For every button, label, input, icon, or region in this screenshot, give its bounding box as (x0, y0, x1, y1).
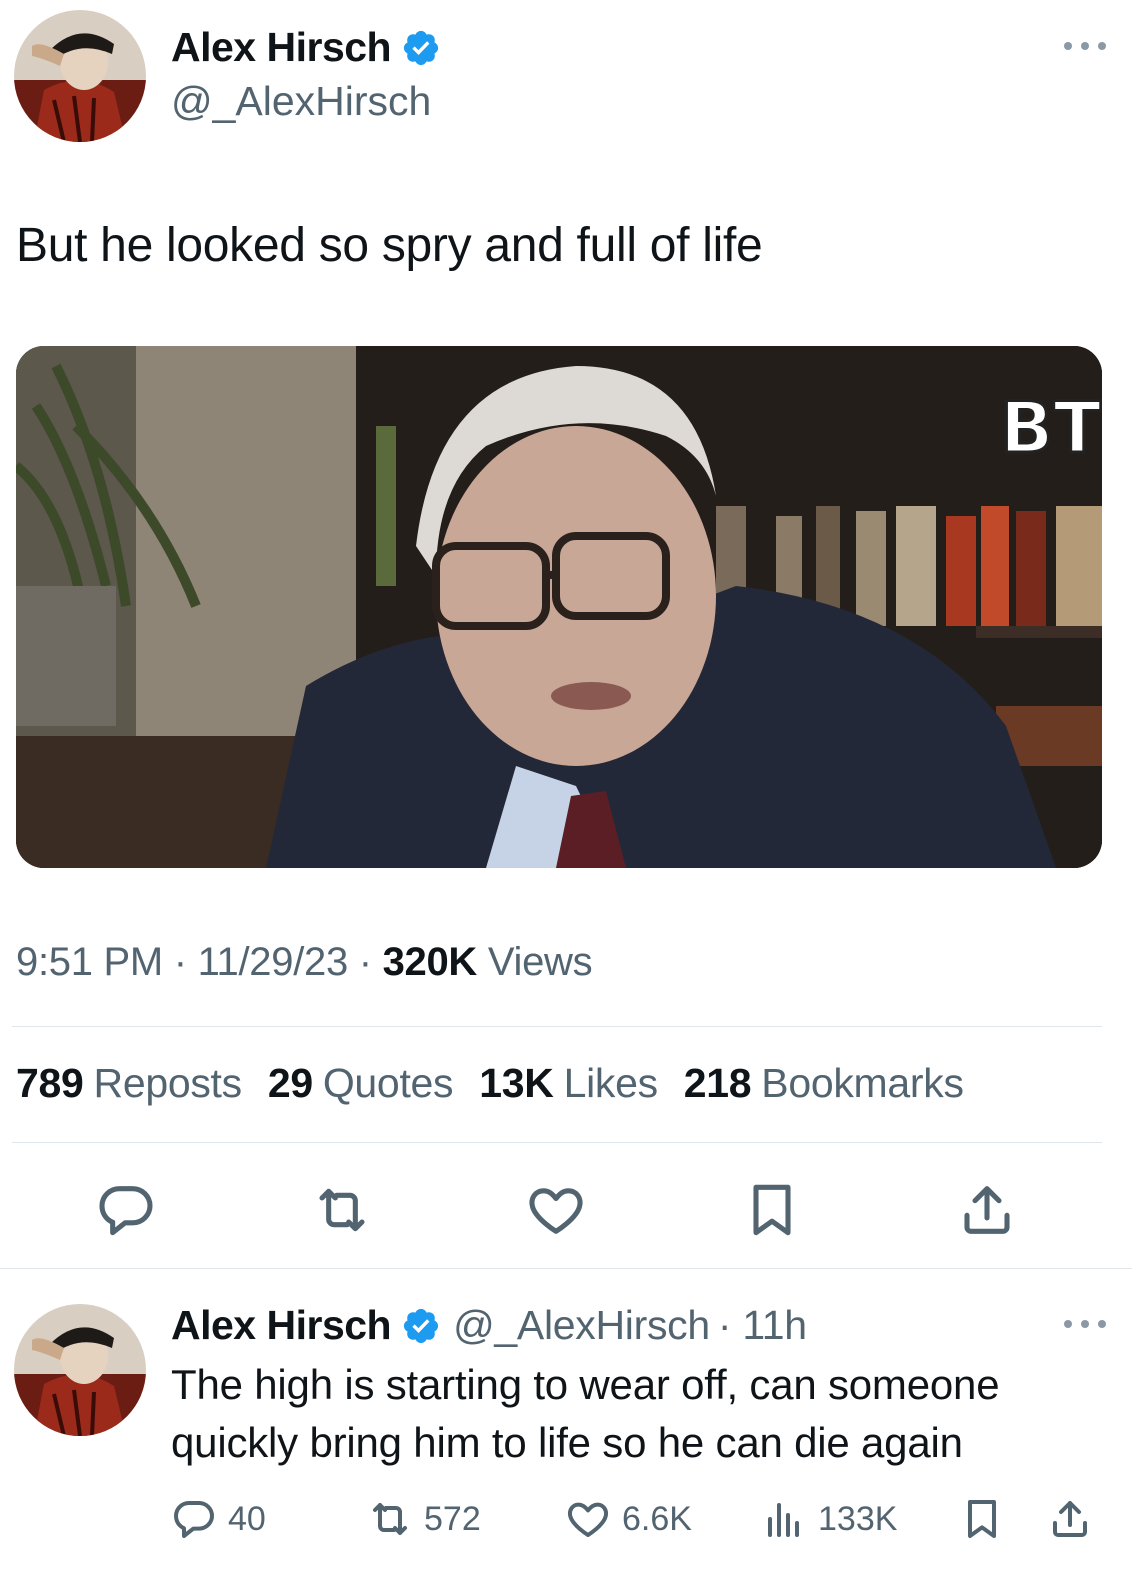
engagement-stats: 789 Reposts 29 Quotes 13K Likes 218 Bookmark… (16, 1060, 964, 1107)
reply-author-name[interactable]: Alex Hirsch (171, 1302, 392, 1349)
reply-bookmark-button[interactable] (958, 1494, 1016, 1544)
repost-button[interactable] (310, 1178, 374, 1242)
reply-like-button[interactable]: 6.6K (564, 1494, 692, 1544)
tweet-action-bar (0, 1178, 1132, 1242)
author-name-row[interactable]: Alex Hirsch (171, 24, 441, 71)
like-icon (529, 1188, 583, 1234)
stat-bookmarks[interactable]: 218 Bookmarks (684, 1060, 964, 1107)
reply-reply-button[interactable]: 40 (170, 1494, 266, 1544)
reply-age[interactable]: · 11h (718, 1302, 807, 1349)
verified-badge-icon (404, 1308, 439, 1343)
reply-views-button[interactable]: 133K (760, 1494, 897, 1544)
author-name[interactable]: Alex Hirsch (171, 24, 392, 71)
tweet-time[interactable]: 9:51 PM (16, 940, 163, 984)
view-count: 133K (818, 1499, 898, 1538)
bookmark-button[interactable] (740, 1178, 804, 1242)
reply-text: The high is starting to wear off, can so… (171, 1361, 1000, 1466)
stat-reposts[interactable]: 789 Reposts (16, 1060, 242, 1107)
media-logo: BT (1000, 387, 1101, 469)
reply-repost-button[interactable]: 572 (366, 1494, 481, 1544)
views-count: 320K (382, 940, 478, 984)
tweet-text: But he looked so spry and full of life (16, 219, 763, 272)
repost-icon (319, 1188, 365, 1232)
repost-count: 572 (424, 1499, 481, 1538)
reply-button[interactable] (94, 1178, 158, 1242)
share-icon (1053, 1501, 1087, 1537)
more-options-icon[interactable] (1060, 1314, 1110, 1334)
reply-icon (99, 1186, 153, 1236)
verified-badge-icon (404, 30, 439, 65)
stat-likes[interactable]: 13K Likes (479, 1060, 658, 1107)
repost-icon (373, 1503, 407, 1535)
share-button[interactable] (955, 1178, 1019, 1242)
reply-icon (174, 1501, 214, 1538)
reply-author-avatar[interactable] (14, 1304, 146, 1436)
meta-separator: · (173, 940, 187, 984)
divider (0, 1268, 1132, 1269)
tweet-date[interactable]: 11/29/23 (198, 940, 349, 984)
more-options-icon[interactable] (1060, 36, 1110, 56)
tweet-meta: 9:51 PM · 11/29/23 · 320K Views (16, 940, 593, 985)
share-icon (964, 1186, 1010, 1234)
like-count: 6.6K (622, 1499, 692, 1538)
author-handle[interactable]: @_AlexHirsch (171, 78, 431, 125)
tweet-media-video[interactable]: BT (16, 346, 1102, 868)
reply-author-handle[interactable]: @_AlexHirsch (453, 1302, 710, 1349)
like-icon (567, 1502, 609, 1537)
bookmark-icon (753, 1184, 791, 1236)
divider (12, 1026, 1102, 1027)
reply-action-bar: 40 572 6.6K 133K (0, 1494, 1132, 1544)
reply-count: 40 (228, 1499, 266, 1538)
meta-separator: · (358, 940, 372, 984)
author-avatar[interactable] (14, 10, 146, 142)
reply-header: Alex Hirsch @_AlexHirsch · 11h (171, 1302, 807, 1349)
reply-share-button[interactable] (1046, 1494, 1104, 1544)
views-label: Views (487, 940, 593, 984)
analytics-icon (768, 1503, 799, 1537)
divider (12, 1142, 1102, 1143)
stat-quotes[interactable]: 29 Quotes (268, 1060, 454, 1107)
bookmark-icon (968, 1500, 996, 1538)
like-button[interactable] (524, 1178, 588, 1242)
